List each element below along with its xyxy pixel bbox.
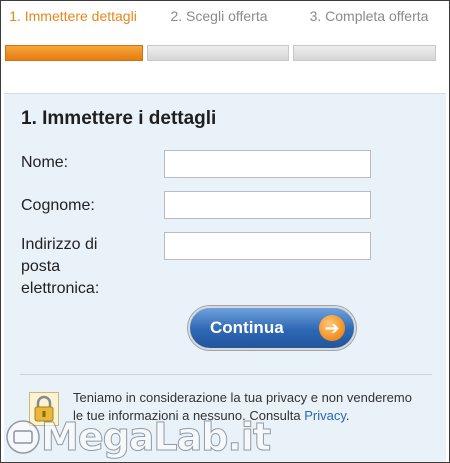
- email-field[interactable]: [164, 232, 371, 260]
- step-3[interactable]: 3. Completa offerta: [293, 8, 445, 25]
- step-2[interactable]: 2. Scegli offerta: [149, 8, 289, 25]
- details-panel: 1. Immettere i dettagli Nome: Cognome: I…: [4, 93, 446, 462]
- step-2-progress-bar: [147, 45, 289, 61]
- steps-header: 1. Immettere dettagli 2. Scegli offerta …: [1, 1, 449, 67]
- privacy-link[interactable]: Privacy: [304, 408, 346, 423]
- email-label: Indirizzo di posta elettronica:: [21, 236, 100, 297]
- last-name-label: Cognome:: [21, 197, 95, 214]
- step-1-progress-bar: [5, 45, 143, 61]
- section-title: 1. Immettere i dettagli: [21, 108, 217, 129]
- continue-button-label: Continua: [210, 318, 284, 337]
- watermark-logo: MegaLab.it: [5, 414, 272, 460]
- first-name-field[interactable]: [164, 150, 371, 178]
- arrow-right-icon: ➔: [319, 315, 345, 341]
- watermark-text: MegaLab.it: [40, 415, 271, 460]
- continue-button[interactable]: Continua ➔: [188, 306, 356, 350]
- step-3-progress-bar: [293, 45, 436, 61]
- privacy-end: .: [345, 408, 350, 423]
- last-name-field[interactable]: [164, 191, 371, 219]
- first-name-label: Nome:: [21, 154, 69, 171]
- watermark-badge-icon: [6, 420, 40, 454]
- divider: [20, 374, 432, 375]
- offer-wizard: 1. Immettere dettagli 2. Scegli offerta …: [0, 0, 450, 463]
- step-1[interactable]: 1. Immettere dettagli: [5, 8, 141, 25]
